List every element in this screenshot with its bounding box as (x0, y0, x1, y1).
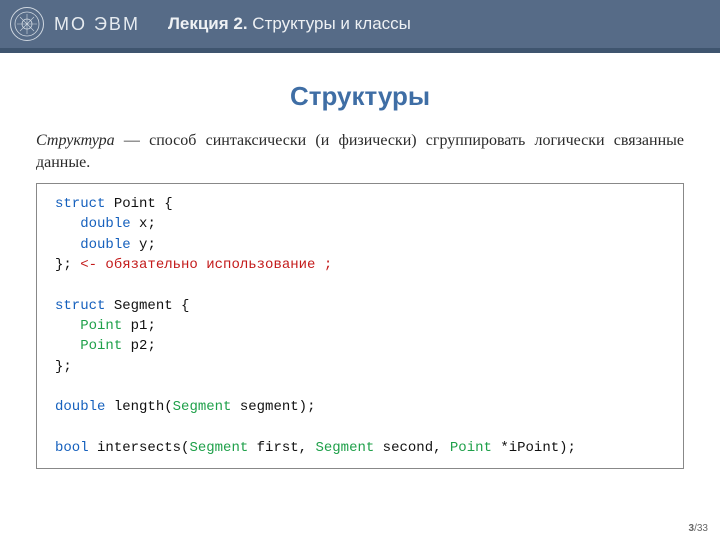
code-text: first, (248, 440, 315, 456)
slide-title: Структуры (36, 81, 684, 112)
code-keyword: struct (55, 196, 105, 212)
code-type: Point (450, 440, 492, 456)
code-text: p1; (122, 318, 156, 334)
definition-body: — способ синтаксически (и физически) сгр… (36, 132, 684, 171)
page-number: 3/33 (689, 523, 708, 534)
code-text: p2; (122, 338, 156, 354)
code-type: Segment (315, 440, 374, 456)
code-type: Point (80, 318, 122, 334)
definition-term: Структура (36, 132, 115, 149)
lecture-number: Лекция 2. (168, 14, 248, 33)
code-keyword: struct (55, 298, 105, 314)
slide: МО ЭВМ Лекция 2. Структуры и классы Стру… (0, 0, 720, 540)
code-text: Segment { (105, 298, 189, 314)
code-type: Segment (189, 440, 248, 456)
code-keyword: bool (55, 440, 89, 456)
code-keyword: double (55, 399, 105, 415)
code-text: }; (55, 359, 72, 375)
code-text: *iPoint); (492, 440, 576, 456)
code-type: Point (80, 338, 122, 354)
brand-text: МО ЭВМ (54, 14, 140, 35)
page-total: 33 (697, 523, 708, 534)
lecture-label: Лекция 2. Структуры и классы (168, 14, 411, 34)
code-text: x; (131, 216, 156, 232)
code-text: segment); (231, 399, 315, 415)
content-area: Структуры Структура — способ синтаксичес… (0, 53, 720, 469)
code-text: second, (374, 440, 450, 456)
code-text: length( (105, 399, 172, 415)
code-text: Point { (105, 196, 172, 212)
code-keyword: double (80, 237, 130, 253)
code-comment: <- обязательно использование ; (80, 257, 332, 273)
code-text: }; (55, 257, 80, 273)
header-bar: МО ЭВМ Лекция 2. Структуры и классы (0, 0, 720, 48)
definition-paragraph: Структура — способ синтаксически (и физи… (36, 130, 684, 173)
code-text: y; (131, 237, 156, 253)
code-block: struct Point { double x; double y; }; <-… (36, 183, 684, 469)
code-keyword: double (80, 216, 130, 232)
lecture-title: Структуры и классы (252, 14, 411, 33)
code-text: intersects( (89, 440, 190, 456)
logo-icon (10, 7, 44, 41)
code-type: Segment (173, 399, 232, 415)
